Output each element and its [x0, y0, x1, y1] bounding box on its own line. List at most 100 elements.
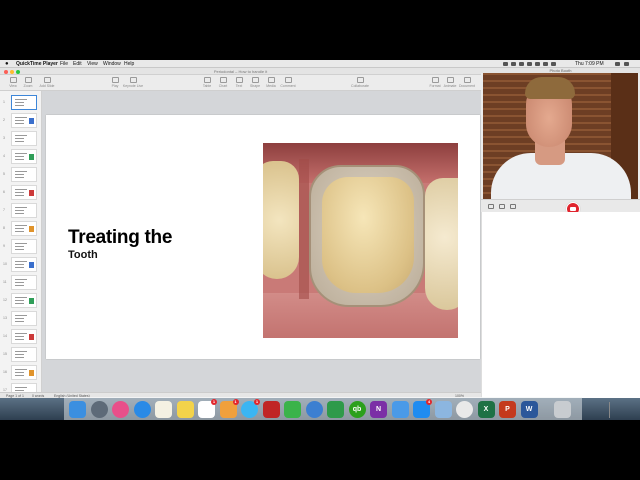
- thumbnail-text-line: [15, 138, 24, 139]
- chrome-icon[interactable]: [456, 401, 473, 418]
- powerpoint-icon[interactable]: P: [499, 401, 516, 418]
- volume-icon[interactable]: [535, 62, 540, 66]
- menu-app-name[interactable]: QuickTime Player: [16, 60, 58, 68]
- thumbnail-text-line: [15, 99, 27, 100]
- status-icon[interactable]: [519, 62, 524, 66]
- icloud-icon[interactable]: [391, 401, 409, 418]
- photo-booth-icon[interactable]: [262, 401, 280, 418]
- toolbar-label: Table: [202, 84, 212, 88]
- tweetbot-icon[interactable]: [305, 401, 323, 418]
- thumbnail-text-line: [15, 195, 24, 196]
- zoom-window-icon[interactable]: [16, 70, 20, 74]
- thumbnail-text-line: [15, 285, 24, 286]
- launchpad-icon[interactable]: [90, 401, 108, 418]
- photos-icon[interactable]: 1: [219, 399, 239, 418]
- menu-clock[interactable]: Thu 7:09 PM: [575, 60, 604, 68]
- thumbnail-text-line: [15, 207, 27, 208]
- video-mode-icon[interactable]: [510, 204, 516, 209]
- slide-subtitle[interactable]: Tooth: [68, 249, 98, 261]
- trash-icon[interactable]: [554, 401, 571, 418]
- collaborate-icon: [356, 77, 364, 83]
- app-store-icon[interactable]: 4: [413, 399, 432, 418]
- stickies-icon[interactable]: [176, 401, 194, 418]
- notes-icon[interactable]: [155, 401, 172, 418]
- slide-thumbnail[interactable]: 15: [3, 347, 37, 362]
- thumbnail-text-line: [15, 375, 24, 376]
- menu-window[interactable]: Window: [103, 60, 121, 68]
- apple-menu-icon[interactable]: ●: [5, 60, 9, 68]
- status-icon[interactable]: [511, 62, 516, 66]
- menu-bar: ● QuickTime Player File Edit View Window…: [0, 60, 640, 68]
- slide-thumbnail[interactable]: 8: [3, 221, 37, 236]
- slide-thumbnail[interactable]: 3: [3, 131, 37, 146]
- toolbar-label: Collaborate: [351, 84, 369, 88]
- adjacent-tooth: [425, 178, 458, 310]
- slide-number: 5: [3, 172, 5, 176]
- wifi-icon[interactable]: [527, 62, 532, 66]
- window-title: Periodontal – How to handle it: [213, 69, 268, 74]
- slide-thumbnail[interactable]: 13: [3, 311, 37, 326]
- four-up-icon[interactable]: [499, 204, 505, 209]
- slide-thumbnail[interactable]: 9: [3, 239, 37, 254]
- slide-thumbnail[interactable]: 5: [3, 167, 37, 182]
- slide-thumbnail[interactable]: 12: [3, 293, 37, 308]
- menu-edit[interactable]: Edit: [73, 60, 82, 68]
- slide-thumbnail[interactable]: 4: [3, 149, 37, 164]
- slide-thumbnail[interactable]: 6: [3, 185, 37, 200]
- thumbnail-text-line: [15, 243, 27, 244]
- desktop-screen: ● QuickTime Player File Edit View Window…: [0, 60, 640, 420]
- slide-number: 7: [3, 208, 5, 212]
- quickbooks-icon[interactable]: qb: [348, 401, 366, 418]
- current-slide[interactable]: Treating the Tooth: [46, 115, 480, 359]
- menu-view[interactable]: View: [87, 60, 98, 68]
- close-window-icon[interactable]: [4, 70, 8, 74]
- notification-badge: 4: [426, 399, 432, 405]
- toolbar-keynote-live-button[interactable]: Keynote Live: [122, 77, 144, 88]
- menu-help[interactable]: Help: [124, 60, 134, 68]
- finder-icon[interactable]: [69, 401, 86, 418]
- spotlight-icon[interactable]: [615, 62, 620, 66]
- crown-core: [322, 177, 414, 293]
- thumbnail-image: [29, 370, 34, 376]
- single-photo-icon[interactable]: [488, 204, 494, 209]
- slide-thumbnail[interactable]: 11: [3, 275, 37, 290]
- slide-thumbnail[interactable]: 17: [3, 383, 37, 392]
- reminders-icon[interactable]: 1: [198, 399, 217, 418]
- slide-thumbnail[interactable]: 16: [3, 365, 37, 380]
- thumbnail-text-line: [15, 282, 24, 283]
- slide-number: 6: [3, 190, 5, 194]
- toolbar-collaborate-button[interactable]: Collaborate: [349, 77, 371, 88]
- toolbar-add-slide-button[interactable]: Add Slide: [36, 77, 58, 88]
- thumbnail-text-line: [15, 153, 27, 154]
- excel-icon[interactable]: X: [477, 401, 495, 418]
- status-icon[interactable]: [551, 62, 556, 66]
- itunes-icon[interactable]: [112, 401, 129, 418]
- camtasia-icon[interactable]: [327, 401, 344, 418]
- slide-thumbnail[interactable]: 7: [3, 203, 37, 218]
- slide-number: 13: [3, 316, 7, 320]
- messages-icon[interactable]: 1: [241, 399, 260, 418]
- toolbar-comment-button[interactable]: Comment: [277, 77, 299, 88]
- word-icon[interactable]: W: [520, 401, 538, 418]
- thumbnail-image: [29, 190, 34, 196]
- facetime-icon[interactable]: [284, 401, 301, 418]
- toolbar-document-button[interactable]: Document: [456, 77, 478, 88]
- status-icon[interactable]: [503, 62, 508, 66]
- menu-file[interactable]: File: [60, 60, 68, 68]
- preview-icon[interactable]: [434, 401, 452, 418]
- onenote-icon[interactable]: N: [370, 401, 387, 418]
- slide-number: 2: [3, 118, 5, 122]
- tooth-photo[interactable]: [263, 143, 458, 338]
- slide-title[interactable]: Treating the: [68, 227, 172, 249]
- slide-thumbnail[interactable]: 1: [3, 95, 37, 110]
- minimize-window-icon[interactable]: [10, 70, 14, 74]
- slide-thumbnail[interactable]: 14: [3, 329, 37, 344]
- battery-icon[interactable]: [543, 62, 548, 66]
- slide-number: 1: [3, 100, 5, 104]
- slide-number: 9: [3, 244, 5, 248]
- slide-thumbnail[interactable]: 2: [3, 113, 37, 128]
- slide-thumbnail[interactable]: 10: [3, 257, 37, 272]
- thumbnail-text-line: [15, 225, 27, 226]
- notification-center-icon[interactable]: [624, 62, 629, 66]
- safari-icon[interactable]: [133, 401, 151, 418]
